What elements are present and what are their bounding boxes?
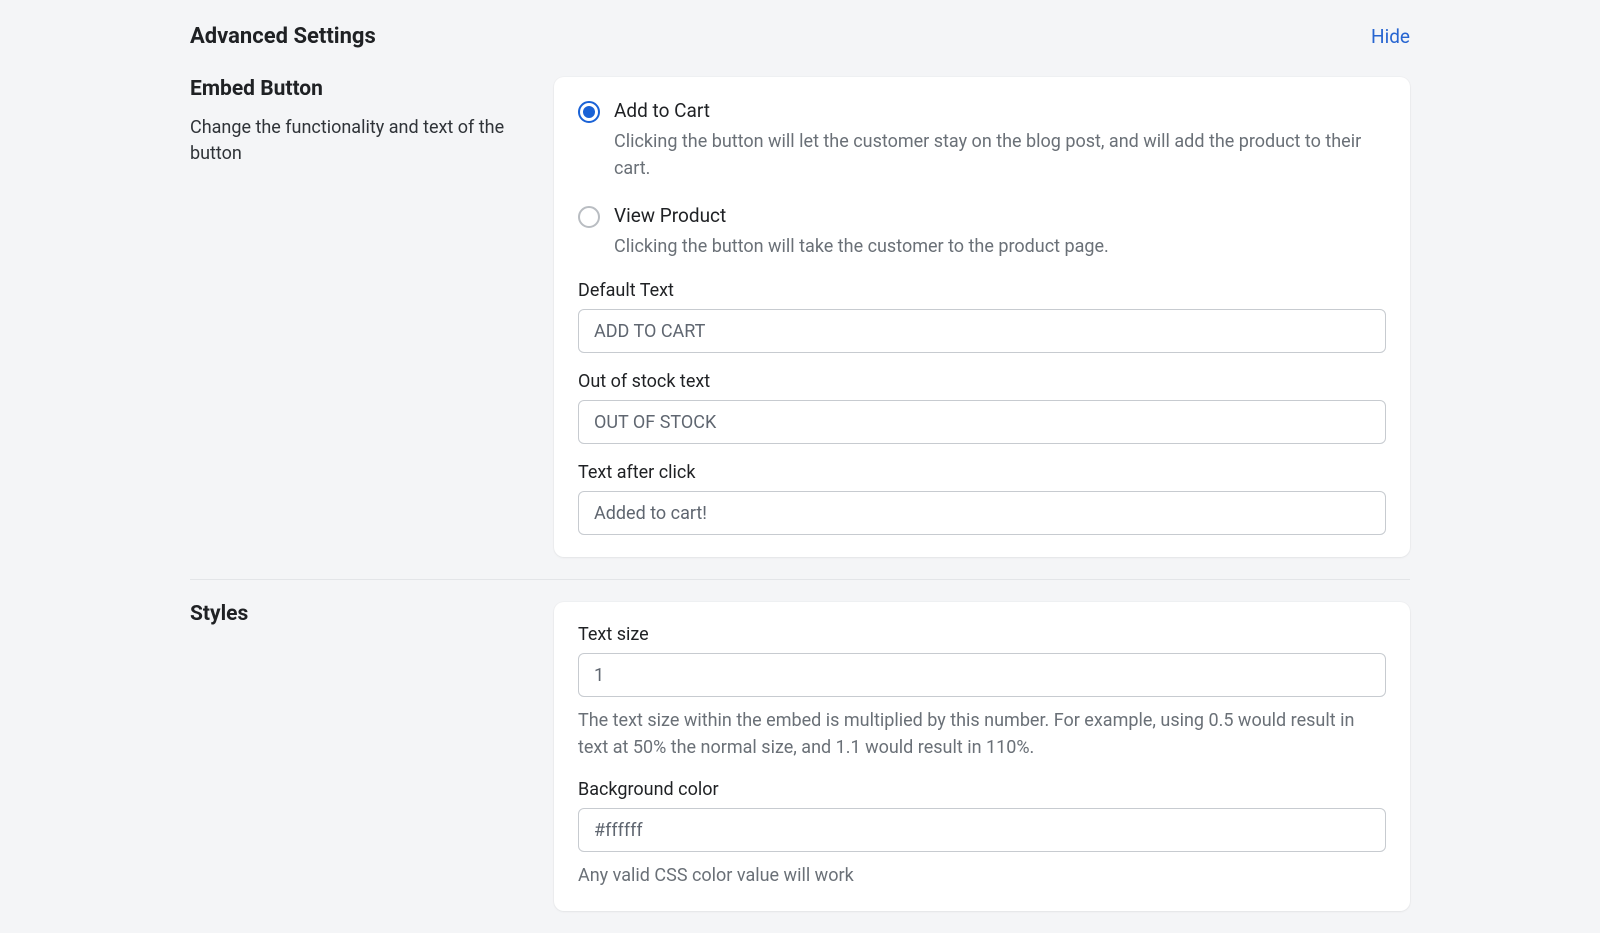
text-size-label: Text size	[578, 624, 1386, 645]
radio-button-icon	[578, 101, 600, 123]
default-text-input[interactable]	[578, 309, 1386, 353]
text-after-click-input[interactable]	[578, 491, 1386, 535]
text-after-click-label: Text after click	[578, 462, 1386, 483]
styles-section-title: Styles	[190, 602, 518, 626]
out-of-stock-label: Out of stock text	[578, 371, 1386, 392]
out-of-stock-input[interactable]	[578, 400, 1386, 444]
radio-view-product[interactable]: View Product Clicking the button will ta…	[578, 204, 1386, 260]
radio-desc: Clicking the button will take the custom…	[614, 233, 1386, 260]
bg-color-help: Any valid CSS color value will work	[578, 862, 1386, 889]
text-size-help: The text size within the embed is multip…	[578, 707, 1386, 761]
radio-desc: Clicking the button will let the custome…	[614, 128, 1386, 182]
bg-color-label: Background color	[578, 779, 1386, 800]
radio-add-to-cart[interactable]: Add to Cart Clicking the button will let…	[578, 99, 1386, 182]
page-title: Advanced Settings	[190, 24, 376, 49]
hide-link[interactable]: Hide	[1371, 25, 1410, 48]
default-text-label: Default Text	[578, 280, 1386, 301]
radio-label: View Product	[614, 204, 1386, 227]
bg-color-input[interactable]	[578, 808, 1386, 852]
embed-section-title: Embed Button	[190, 77, 518, 101]
text-size-input[interactable]	[578, 653, 1386, 697]
radio-button-icon	[578, 206, 600, 228]
embed-section-sub: Change the functionality and text of the…	[190, 115, 518, 167]
embed-card: Add to Cart Clicking the button will let…	[554, 77, 1410, 557]
styles-card: Text size The text size within the embed…	[554, 602, 1410, 911]
radio-label: Add to Cart	[614, 99, 1386, 122]
